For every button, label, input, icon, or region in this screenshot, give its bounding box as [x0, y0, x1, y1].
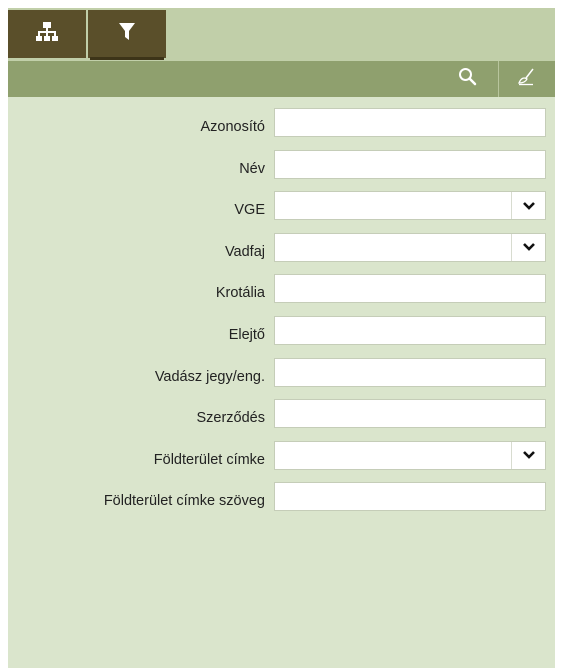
field-label: Krotália: [215, 285, 265, 302]
page: Azonosító Név VGE Vadfaj Krotália Elejtő…: [0, 0, 564, 670]
tab-hierarchy[interactable]: [8, 10, 86, 58]
chevron-down-icon[interactable]: [511, 192, 545, 220]
field-label: Földterület címke: [153, 451, 265, 468]
field-label: Név: [239, 160, 265, 177]
form-row-szerzodes: Szerződés: [8, 399, 555, 441]
field-label: Vadász jegy/eng.: [154, 368, 265, 385]
vadfaj-select[interactable]: [274, 232, 546, 262]
form-row-vadfaj: Vadfaj: [8, 232, 555, 275]
field-label: Vadfaj: [224, 243, 265, 260]
form-row-azonosito: Azonosító: [8, 108, 555, 150]
form-row-vadasz-jegy: Vadász jegy/eng.: [8, 357, 555, 400]
search-button[interactable]: [440, 61, 496, 97]
sitemap-icon: [36, 21, 58, 47]
nev-input[interactable]: [274, 149, 546, 179]
search-icon: [458, 67, 478, 92]
azonosito-input[interactable]: [274, 108, 546, 137]
form-row-foldterulet-cimke: Földterület címke: [8, 440, 555, 483]
broom-icon: [517, 67, 537, 92]
filter-icon: [119, 22, 135, 46]
field-label: Földterület címke szöveg: [103, 493, 265, 510]
filter-form: Azonosító Név VGE Vadfaj Krotália Elejtő…: [8, 108, 555, 524]
chevron-down-icon[interactable]: [511, 441, 545, 469]
foldterulet-cimke-szoveg-input[interactable]: [274, 482, 546, 512]
krotalia-input[interactable]: [274, 274, 546, 304]
tab-filter[interactable]: [88, 10, 166, 60]
toolbar: [8, 61, 555, 97]
field-label: Szerződés: [196, 410, 265, 427]
form-row-foldterulet-cimke-szoveg: Földterület címke szöveg: [8, 482, 555, 524]
form-row-nev: Név: [8, 149, 555, 192]
foldterulet-cimke-select[interactable]: [274, 440, 546, 470]
tab-bar: [8, 8, 555, 61]
szerzodes-input[interactable]: [274, 399, 546, 429]
field-label: Azonosító: [200, 119, 266, 135]
chevron-down-icon[interactable]: [511, 233, 545, 261]
form-row-vge: VGE: [8, 191, 555, 233]
form-row-krotalia: Krotália: [8, 274, 555, 316]
form-row-elejto: Elejtő: [8, 315, 555, 358]
elejto-input[interactable]: [274, 315, 546, 345]
vadasz-jegy-input[interactable]: [274, 357, 546, 387]
field-label: Elejtő: [228, 326, 265, 343]
vge-select[interactable]: [274, 191, 546, 221]
filter-panel: Azonosító Név VGE Vadfaj Krotália Elejtő…: [8, 8, 555, 668]
field-label: VGE: [234, 202, 265, 219]
clear-button[interactable]: [498, 61, 555, 97]
